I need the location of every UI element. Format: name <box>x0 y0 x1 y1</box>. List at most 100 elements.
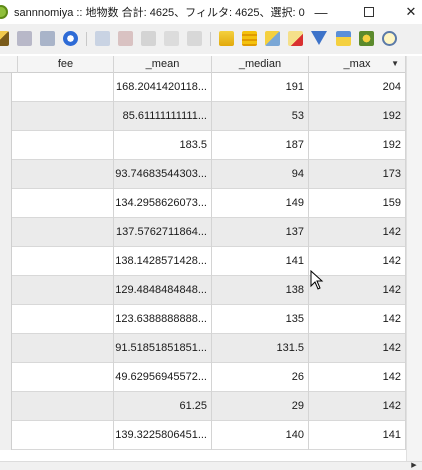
cell-fee[interactable] <box>18 276 114 305</box>
row-header[interactable] <box>0 189 12 218</box>
cell-mean[interactable]: 49.62956945572... <box>114 363 212 392</box>
move-to-top-icon[interactable] <box>336 31 351 46</box>
table-row[interactable]: 91.51851851851... 131.5 142 <box>0 334 406 363</box>
toggle-edit-icon[interactable] <box>17 31 32 46</box>
column-header-median[interactable]: _median <box>212 56 309 73</box>
cell-mean[interactable]: 137.5762711864... <box>114 218 212 247</box>
copy-icon[interactable] <box>164 31 179 46</box>
row-header[interactable] <box>0 421 12 450</box>
row-header[interactable] <box>0 102 12 131</box>
pan-to-selected-icon[interactable] <box>359 31 374 46</box>
cell-fee[interactable] <box>18 247 114 276</box>
cell-fee[interactable] <box>18 102 114 131</box>
row-header[interactable] <box>0 131 12 160</box>
cell-median[interactable]: 29 <box>212 392 309 421</box>
cell-mean[interactable]: 168.2041420118... <box>114 73 212 102</box>
cell-fee[interactable] <box>18 160 114 189</box>
row-header[interactable] <box>0 160 12 189</box>
reload-icon[interactable] <box>63 31 78 46</box>
cell-max[interactable]: 141 <box>309 421 406 450</box>
cell-max[interactable]: 204 <box>309 73 406 102</box>
cell-mean[interactable]: 139.3225806451... <box>114 421 212 450</box>
close-button[interactable]: ✕ <box>392 0 422 24</box>
table-row[interactable]: 85.61111111111... 53 192 <box>0 102 406 131</box>
row-header[interactable] <box>0 247 12 276</box>
scroll-right-arrow-icon[interactable]: ▶ <box>408 461 420 470</box>
table-row[interactable]: 134.2958626073... 149 159 <box>0 189 406 218</box>
cell-median[interactable]: 131.5 <box>212 334 309 363</box>
invert-selection-icon[interactable] <box>265 31 280 46</box>
cell-median[interactable]: 137 <box>212 218 309 247</box>
table-row[interactable]: 129.4848484848... 138 142 <box>0 276 406 305</box>
cell-median[interactable]: 135 <box>212 305 309 334</box>
column-header-max[interactable]: _max ▼ <box>309 56 406 73</box>
cell-median[interactable]: 94 <box>212 160 309 189</box>
filter-icon[interactable] <box>311 31 327 45</box>
minimize-button[interactable]: — <box>302 0 340 24</box>
cell-mean[interactable]: 138.1428571428... <box>114 247 212 276</box>
cell-fee[interactable] <box>18 363 114 392</box>
zoom-to-selected-icon[interactable] <box>382 31 397 46</box>
cell-fee[interactable] <box>18 305 114 334</box>
cell-max[interactable]: 192 <box>309 131 406 160</box>
cell-fee[interactable] <box>18 218 114 247</box>
cell-mean[interactable]: 129.4848484848... <box>114 276 212 305</box>
cut-icon[interactable] <box>141 31 156 46</box>
row-header[interactable] <box>0 363 12 392</box>
cell-median[interactable]: 140 <box>212 421 309 450</box>
delete-feature-icon[interactable] <box>118 31 133 46</box>
cell-max[interactable]: 142 <box>309 363 406 392</box>
cell-max[interactable]: 142 <box>309 392 406 421</box>
expression-select-icon[interactable] <box>219 31 234 46</box>
row-header[interactable] <box>0 218 12 247</box>
cell-mean[interactable]: 123.6388888888... <box>114 305 212 334</box>
cell-fee[interactable] <box>18 131 114 160</box>
cell-fee[interactable] <box>18 189 114 218</box>
table-row[interactable]: 168.2041420118... 191 204 <box>0 73 406 102</box>
row-header[interactable] <box>0 276 12 305</box>
cell-max[interactable]: 142 <box>309 218 406 247</box>
cell-median[interactable]: 26 <box>212 363 309 392</box>
table-row[interactable]: 61.25 29 142 <box>0 392 406 421</box>
horizontal-scrollbar[interactable] <box>0 461 422 470</box>
cell-mean[interactable]: 85.61111111111... <box>114 102 212 131</box>
cell-median[interactable]: 53 <box>212 102 309 131</box>
cell-fee[interactable] <box>18 421 114 450</box>
column-header-mean[interactable]: _mean <box>114 56 212 73</box>
select-all-icon[interactable] <box>242 31 257 46</box>
edit-pencil-icon[interactable] <box>0 31 9 46</box>
vertical-scrollbar[interactable] <box>406 56 422 461</box>
cell-mean[interactable]: 91.51851851851... <box>114 334 212 363</box>
table-row[interactable]: 183.5 187 192 <box>0 131 406 160</box>
table-row[interactable]: 139.3225806451... 140 141 <box>0 421 406 450</box>
cell-fee[interactable] <box>18 73 114 102</box>
add-feature-icon[interactable] <box>95 31 110 46</box>
maximize-button[interactable] <box>350 0 388 24</box>
cell-median[interactable]: 187 <box>212 131 309 160</box>
table-row[interactable]: 49.62956945572... 26 142 <box>0 363 406 392</box>
cell-max[interactable]: 159 <box>309 189 406 218</box>
cell-mean[interactable]: 61.25 <box>114 392 212 421</box>
cell-median[interactable]: 191 <box>212 73 309 102</box>
cell-mean[interactable]: 134.2958626073... <box>114 189 212 218</box>
cell-max[interactable]: 142 <box>309 305 406 334</box>
paste-icon[interactable] <box>187 31 202 46</box>
save-edits-icon[interactable] <box>40 31 55 46</box>
row-header[interactable] <box>0 392 12 421</box>
cell-max[interactable]: 142 <box>309 334 406 363</box>
row-header[interactable] <box>0 73 12 102</box>
cell-max[interactable]: 192 <box>309 102 406 131</box>
cell-median[interactable]: 141 <box>212 247 309 276</box>
table-row[interactable]: 137.5762711864... 137 142 <box>0 218 406 247</box>
cell-mean[interactable]: 183.5 <box>114 131 212 160</box>
cell-mean[interactable]: 93.74683544303... <box>114 160 212 189</box>
cell-max[interactable]: 173 <box>309 160 406 189</box>
table-row[interactable]: 93.74683544303... 94 173 <box>0 160 406 189</box>
cell-median[interactable]: 138 <box>212 276 309 305</box>
table-row[interactable]: 123.6388888888... 135 142 <box>0 305 406 334</box>
cell-median[interactable]: 149 <box>212 189 309 218</box>
row-header[interactable] <box>0 334 12 363</box>
cell-fee[interactable] <box>18 392 114 421</box>
table-row[interactable]: 138.1428571428... 141 142 <box>0 247 406 276</box>
deselect-icon[interactable] <box>288 31 303 46</box>
